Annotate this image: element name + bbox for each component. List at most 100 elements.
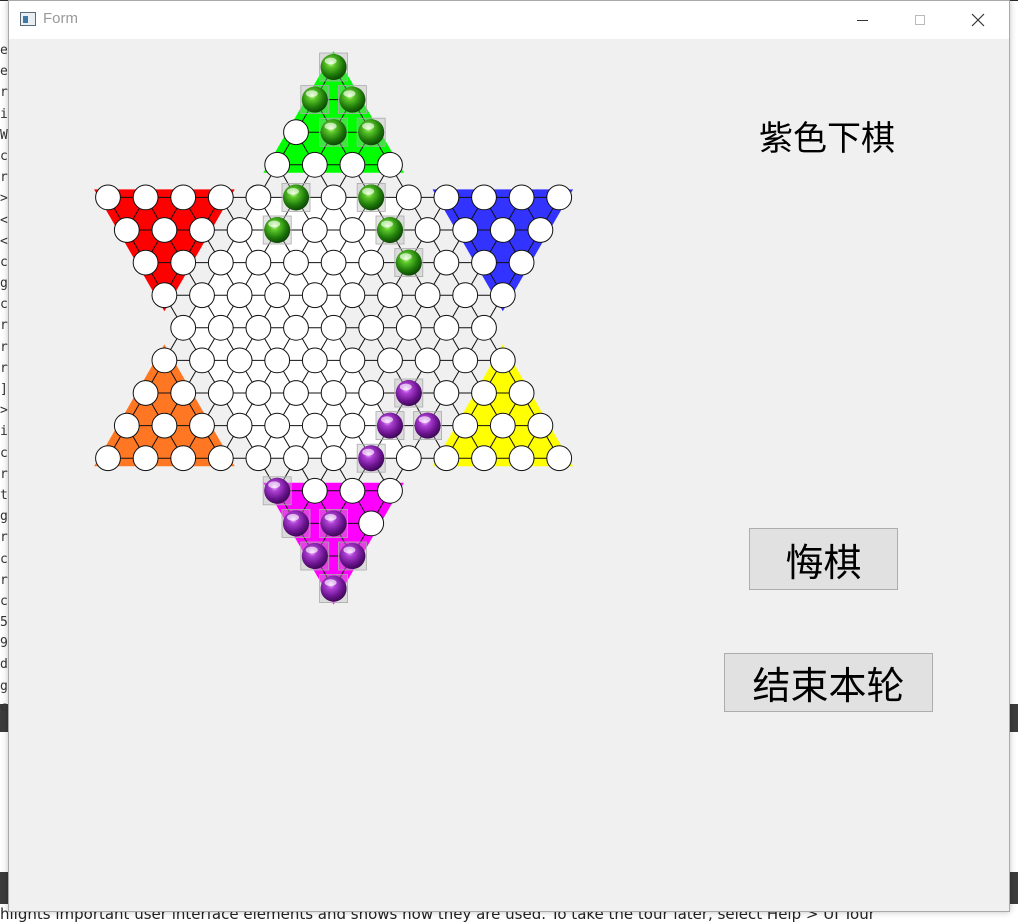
purple-piece[interactable] [375, 411, 405, 441]
green-piece[interactable] [281, 182, 311, 212]
board-hole[interactable] [320, 184, 347, 211]
board-hole[interactable] [433, 249, 460, 276]
board-hole[interactable] [301, 282, 328, 309]
green-piece[interactable] [356, 117, 386, 147]
board-hole[interactable] [508, 380, 535, 406]
purple-piece[interactable] [319, 508, 349, 538]
board-hole[interactable] [245, 380, 272, 406]
board-hole[interactable] [433, 445, 460, 472]
board-hole[interactable] [452, 217, 479, 243]
board-hole[interactable] [339, 347, 366, 374]
green-piece[interactable] [319, 117, 349, 147]
board-hole[interactable] [245, 184, 272, 211]
board-hole[interactable] [414, 282, 441, 309]
board-hole[interactable] [527, 412, 554, 439]
board-hole[interactable] [245, 445, 272, 472]
green-piece[interactable] [356, 182, 386, 212]
undo-move-button[interactable]: 悔棋 [749, 528, 898, 590]
board-hole[interactable] [339, 412, 366, 439]
board-hole[interactable] [151, 347, 178, 374]
board-hole[interactable] [320, 249, 347, 276]
board-hole[interactable] [471, 184, 497, 211]
board-hole[interactable] [151, 217, 178, 243]
purple-piece[interactable] [281, 508, 311, 538]
board-hole[interactable] [433, 380, 460, 406]
board-hole[interactable] [320, 314, 347, 341]
board-hole[interactable] [377, 282, 403, 309]
board-hole[interactable] [395, 314, 422, 341]
board-hole[interactable] [245, 314, 272, 341]
board-hole[interactable] [283, 119, 309, 146]
board-hole[interactable] [113, 412, 140, 439]
purple-piece[interactable] [319, 574, 349, 603]
board-hole[interactable] [339, 217, 366, 243]
board-hole[interactable] [189, 282, 215, 309]
board-hole[interactable] [151, 412, 178, 439]
board-hole[interactable] [207, 249, 234, 276]
board-hole[interactable] [189, 412, 215, 439]
board-hole[interactable] [226, 412, 253, 439]
board-hole[interactable] [358, 380, 385, 406]
board-hole[interactable] [358, 314, 385, 341]
board-hole[interactable] [452, 347, 479, 374]
purple-piece[interactable] [337, 541, 367, 571]
board-hole[interactable] [170, 380, 197, 406]
board-hole[interactable] [283, 314, 309, 341]
board-hole[interactable] [377, 151, 403, 178]
green-piece[interactable] [375, 215, 405, 245]
board-hole[interactable] [132, 445, 159, 472]
board-hole[interactable] [264, 347, 291, 374]
board-hole[interactable] [207, 314, 234, 341]
green-piece[interactable] [262, 215, 292, 245]
purple-piece[interactable] [262, 476, 292, 506]
purple-piece[interactable] [356, 443, 386, 473]
board-hole[interactable] [283, 249, 309, 276]
board-hole[interactable] [339, 477, 366, 504]
board-hole[interactable] [170, 184, 197, 211]
board-hole[interactable] [489, 347, 516, 374]
board-hole[interactable] [264, 282, 291, 309]
board-hole[interactable] [301, 151, 328, 178]
board-hole[interactable] [132, 184, 159, 211]
board-hole[interactable] [508, 249, 535, 276]
board-hole[interactable] [189, 347, 215, 374]
board-hole[interactable] [320, 380, 347, 406]
board-hole[interactable] [358, 510, 385, 537]
board-hole[interactable] [207, 445, 234, 472]
board-hole[interactable] [339, 151, 366, 178]
board-hole[interactable] [170, 314, 197, 341]
board-hole[interactable] [132, 380, 159, 406]
green-piece[interactable] [394, 248, 424, 278]
board-hole[interactable] [508, 184, 535, 211]
purple-piece[interactable] [413, 411, 443, 441]
board-hole[interactable] [414, 347, 441, 374]
green-piece[interactable] [337, 85, 367, 114]
board-hole[interactable] [170, 249, 197, 276]
green-piece[interactable] [300, 85, 330, 114]
board-hole[interactable] [283, 445, 309, 472]
board-hole[interactable] [283, 380, 309, 406]
board-hole[interactable] [527, 217, 554, 243]
board-hole[interactable] [489, 412, 516, 439]
purple-piece[interactable] [394, 378, 424, 408]
end-round-button[interactable]: 结束本轮 [724, 653, 933, 712]
purple-piece[interactable] [300, 541, 330, 571]
board-hole[interactable] [358, 249, 385, 276]
board-hole[interactable] [395, 184, 422, 211]
board-hole[interactable] [226, 282, 253, 309]
board-hole[interactable] [113, 217, 140, 243]
board-hole[interactable] [264, 412, 291, 439]
board-hole[interactable] [395, 445, 422, 472]
board-hole[interactable] [414, 217, 441, 243]
board-hole[interactable] [471, 445, 497, 472]
board-hole[interactable] [471, 380, 497, 406]
board-hole[interactable] [452, 412, 479, 439]
board-hole[interactable] [546, 184, 573, 211]
board-hole[interactable] [170, 445, 197, 472]
board-hole[interactable] [301, 347, 328, 374]
board-hole[interactable] [489, 282, 516, 309]
board-hole[interactable] [207, 184, 234, 211]
board-hole[interactable] [95, 184, 121, 211]
board-hole[interactable] [207, 380, 234, 406]
board-hole[interactable] [151, 282, 178, 309]
